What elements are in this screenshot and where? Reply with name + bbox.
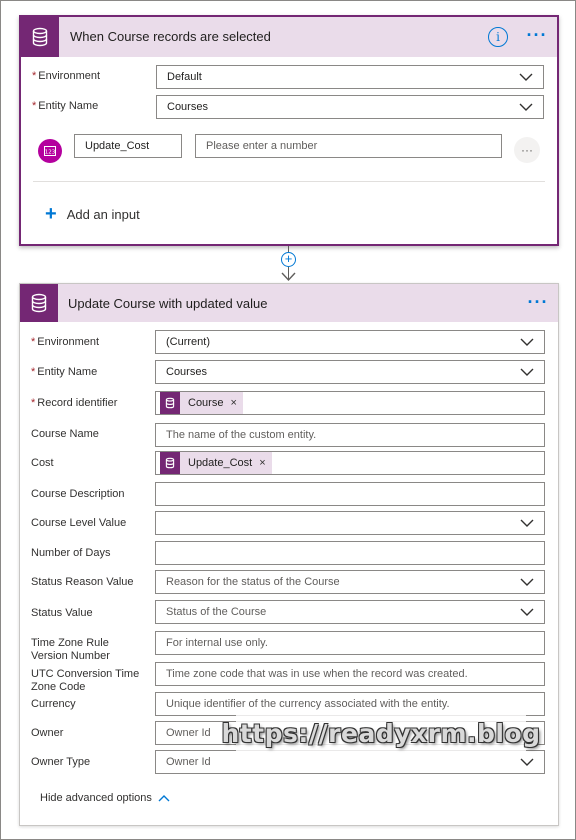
status-value-dropdown[interactable]: Status of the Course [155,600,545,624]
course-description-field[interactable] [155,482,545,506]
hide-advanced-options-label: Hide advanced options [40,792,152,804]
plus-icon: + [45,203,57,225]
environment-dropdown[interactable]: (Current) [155,330,545,354]
chevron-down-icon [520,758,534,766]
owner-label: Owner [31,727,64,739]
input-description-field[interactable]: Please enter a number [195,134,502,158]
cost-field[interactable]: Update_Cost × [155,451,545,475]
time-zone-rule-version-number-field[interactable]: For internal use only. [155,631,545,655]
number-of-days-field[interactable] [155,541,545,565]
database-icon [20,284,58,322]
database-icon [160,392,180,414]
arrow-down-icon [281,272,296,282]
watermark-text: https://readyxrm.blog [221,718,541,748]
info-icon[interactable]: i [488,27,508,47]
entity-name-dropdown[interactable]: Courses [155,360,545,384]
cost-label: Cost [31,457,54,469]
chevron-down-icon [520,578,534,586]
action-card-header[interactable]: Update Course with updated value ··· [20,284,558,322]
action-card-title: Update Course with updated value [68,296,268,311]
more-options-icon[interactable]: ··· [526,292,550,312]
token-label: Update_Cost [188,457,253,469]
watermark: https://readyxrm.blog [221,712,540,754]
chevron-down-icon [520,608,534,616]
record-identifier-label: * Record identifier [31,397,118,409]
input-more-icon[interactable]: ··· [514,137,540,163]
entity-name-label: * Entity Name [32,100,99,112]
course-description-label: Course Description [31,488,125,500]
token-label: Course [188,397,224,409]
course-name-label: Course Name [31,428,99,440]
chevron-down-icon [519,103,533,111]
add-input-button[interactable]: + Add an input [45,204,140,224]
more-options-icon[interactable]: ··· [525,25,549,45]
chevron-down-icon [520,519,534,527]
input-name-field[interactable]: Update_Cost [74,134,182,158]
remove-token-icon[interactable]: × [230,397,236,409]
utc-conversion-time-zone-code-field[interactable]: Time zone code that was in use when the … [155,662,545,686]
owner-type-label: Owner Type [31,756,91,768]
environment-label: * Environment [31,336,100,348]
insert-step-icon[interactable]: + [281,252,296,267]
status-reason-value-label: Status Reason Value [31,576,134,588]
chevron-down-icon [520,338,534,346]
status-value-label: Status Value [31,607,93,619]
remove-token-icon[interactable]: × [259,457,265,469]
course-name-field[interactable]: The name of the custom entity. [155,423,545,447]
number-of-days-label: Number of Days [31,547,111,559]
add-input-label: Add an input [66,206,140,222]
utc-conversion-time-zone-code-label: UTC Conversion Time Zone Code [31,668,140,693]
trigger-card-header[interactable]: When Course records are selected i ··· [21,17,557,57]
currency-label: Currency [31,698,76,710]
dynamic-content-token[interactable]: Update_Cost × [160,452,272,474]
status-reason-value-dropdown[interactable]: Reason for the status of the Course [155,570,545,594]
hide-advanced-options-button[interactable]: Hide advanced options [40,792,170,804]
chevron-down-icon [519,73,533,81]
trigger-card-title: When Course records are selected [70,29,271,44]
environment-label: * Environment [32,70,101,82]
course-level-value-dropdown[interactable] [155,511,545,535]
environment-dropdown[interactable]: Default [156,65,544,89]
record-identifier-field[interactable]: Course × [155,391,545,415]
entity-name-label: * Entity Name [31,366,98,378]
database-icon [21,17,59,57]
entity-name-dropdown[interactable]: Courses [156,95,544,119]
divider [33,181,545,182]
time-zone-rule-version-number-label: Time Zone Rule Version Number [31,637,110,662]
svg-text:123: 123 [45,150,56,156]
database-icon [160,452,180,474]
chevron-down-icon [520,368,534,376]
course-level-value-label: Course Level Value [31,517,127,529]
chevron-up-icon [158,795,170,802]
dynamic-content-token[interactable]: Course × [160,392,243,414]
number-input-icon: 123 [38,139,62,163]
trigger-card: When Course records are selected i ··· *… [19,15,559,246]
